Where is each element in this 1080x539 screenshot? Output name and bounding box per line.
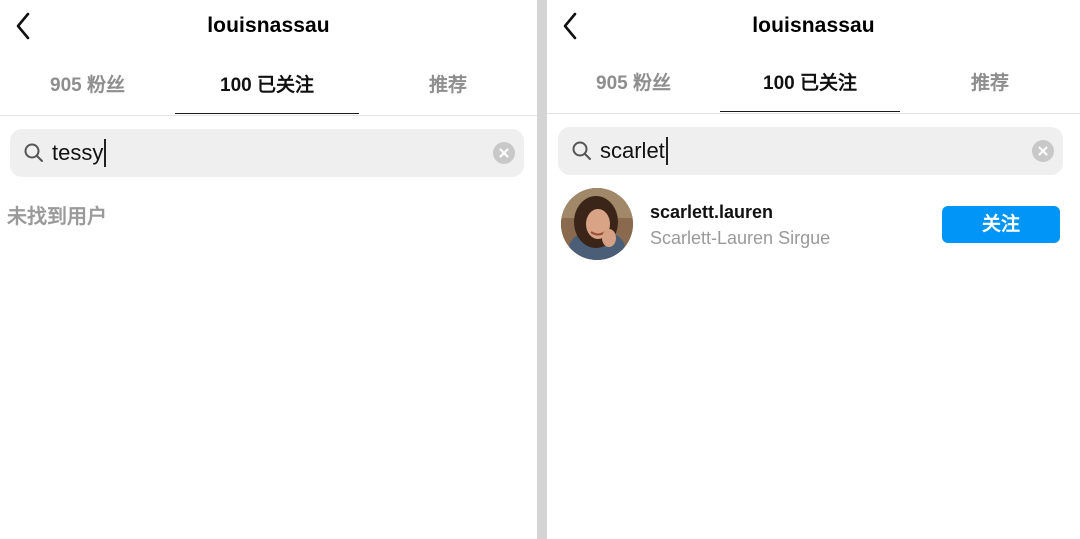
- no-results-message: 未找到用户: [7, 206, 107, 228]
- user-result-row[interactable]: scarlett.lauren Scarlett-Lauren Sirgue 关…: [561, 188, 1064, 262]
- tab-suggested[interactable]: 推荐: [359, 66, 537, 114]
- result-username: scarlett.lauren: [650, 202, 774, 222]
- follow-button[interactable]: 关注: [942, 206, 1060, 243]
- tab-following[interactable]: 100 已关注: [175, 66, 359, 114]
- avatar[interactable]: [561, 188, 633, 260]
- clear-search-button[interactable]: [493, 142, 515, 164]
- search-input-text: tessy: [52, 140, 104, 165]
- tab-followers[interactable]: 905 粉丝: [547, 64, 720, 112]
- clear-search-button[interactable]: [1032, 140, 1054, 162]
- tab-followers[interactable]: 905 粉丝: [0, 66, 175, 114]
- text-caret: [104, 139, 107, 167]
- search-bar[interactable]: tessy: [10, 129, 524, 177]
- clear-circle-icon: [1038, 146, 1048, 156]
- search-icon: [24, 143, 43, 162]
- page-title: louisnassau: [207, 14, 330, 37]
- tab-bar: 905 粉丝 100 已关注 推荐: [0, 66, 537, 116]
- tab-following[interactable]: 100 已关注: [720, 64, 900, 112]
- tab-suggested[interactable]: 推荐: [900, 64, 1080, 112]
- page-title: louisnassau: [752, 14, 875, 37]
- search-input-text: scarlet: [600, 138, 665, 163]
- result-full-name: Scarlett-Lauren Sirgue: [650, 228, 831, 248]
- tab-bar: 905 粉丝 100 已关注 推荐: [547, 64, 1080, 114]
- search-input[interactable]: tessy: [52, 138, 107, 168]
- search-input[interactable]: scarlet: [600, 136, 668, 166]
- clear-circle-icon: [499, 148, 509, 158]
- search-icon: [572, 141, 591, 160]
- screen-divider: [537, 0, 547, 539]
- profile-photo: [561, 188, 633, 260]
- left-screen: louisnassau 905 粉丝 100 已关注 推荐 tessy 未找到用…: [0, 0, 537, 539]
- right-screen: louisnassau 905 粉丝 100 已关注 推荐 scarlet sc…: [547, 0, 1080, 539]
- text-caret: [665, 137, 668, 165]
- search-bar[interactable]: scarlet: [558, 127, 1063, 175]
